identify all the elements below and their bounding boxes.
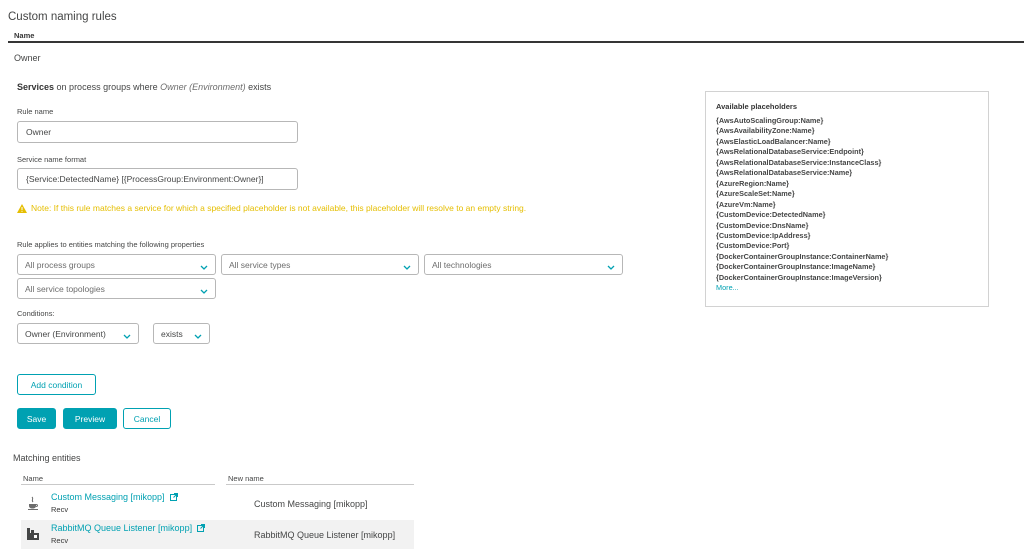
chevron-down-icon xyxy=(200,262,208,270)
rule-name-label: Rule name xyxy=(17,107,54,116)
placeholder-item: {CustomDevice:Port} xyxy=(716,241,790,251)
placeholder-item: {AzureRegion:Name} xyxy=(716,178,789,188)
rule-heading-suffix: exists xyxy=(245,82,272,92)
table-row: RabbitMQ Queue Listener [mikopp] Recv Ra… xyxy=(21,520,414,549)
matching-col-name: Name xyxy=(23,474,44,483)
name-column-header: Name xyxy=(14,31,35,40)
placeholder-item: {AzureVm:Name} xyxy=(716,199,776,209)
entity-name: Custom Messaging [mikopp] xyxy=(51,492,165,502)
process-groups-value: All process groups xyxy=(25,259,95,270)
entity-name: RabbitMQ Queue Listener [mikopp] xyxy=(51,523,193,533)
placeholder-item: {CustomDevice:DetectedName} xyxy=(716,210,826,220)
placeholders-more-link[interactable]: More... xyxy=(716,283,978,293)
rule-heading: Services on process groups where Owner (… xyxy=(17,82,271,92)
col-divider xyxy=(226,484,414,485)
rule-heading-entity: Services xyxy=(17,82,55,92)
available-placeholders-panel: Available placeholders {AwsAutoScalingGr… xyxy=(705,91,989,307)
placeholder-item: {AwsElasticLoadBalancer:Name} xyxy=(716,136,831,146)
service-types-value: All service types xyxy=(229,259,291,270)
placeholder-item: {AwsRelationalDatabaseService:Endpoint} xyxy=(716,147,864,157)
preview-button[interactable]: Preview xyxy=(63,408,117,429)
warning-icon xyxy=(17,203,27,213)
placeholder-item: {AwsAutoScalingGroup:Name} xyxy=(716,116,824,125)
warning-text: Note: If this rule matches a service for… xyxy=(31,203,527,213)
placeholders-title: Available placeholders xyxy=(716,102,798,111)
external-link-icon[interactable] xyxy=(197,524,206,532)
technologies-value: All technologies xyxy=(432,259,492,270)
chevron-down-icon xyxy=(200,286,208,294)
rule-name-input[interactable] xyxy=(17,121,298,143)
rule-heading-condition: Owner (Environment) xyxy=(160,82,246,92)
technologies-dropdown[interactable]: All technologies xyxy=(424,254,623,275)
process-groups-dropdown[interactable]: All process groups xyxy=(17,254,216,275)
placeholder-item: {CustomDevice:IpAddress} xyxy=(716,230,811,240)
applies-label: Rule applies to entities matching the fo… xyxy=(17,240,205,249)
placeholder-item: {CustomDevice:DnsName} xyxy=(716,220,809,230)
add-condition-button[interactable]: Add condition xyxy=(17,374,96,395)
rabbitmq-icon xyxy=(26,527,40,541)
matching-col-new-name: New name xyxy=(228,474,264,483)
chevron-down-icon xyxy=(123,331,131,339)
rule-heading-middle: on process groups where xyxy=(54,82,161,92)
matching-entities-title: Matching entities xyxy=(13,453,81,463)
placeholder-item: {AwsRelationalDatabaseService:Name} xyxy=(716,168,853,178)
cancel-button[interactable]: Cancel xyxy=(123,408,171,429)
header-divider xyxy=(8,41,1024,43)
placeholder-item: {AzureScaleSet:Name} xyxy=(716,189,795,199)
entity-link[interactable]: RabbitMQ Queue Listener [mikopp] xyxy=(51,523,206,533)
service-topologies-value: All service topologies xyxy=(25,283,105,294)
table-row: Custom Messaging [mikopp] Recv Custom Me… xyxy=(21,489,414,518)
entity-subtitle: Recv xyxy=(51,505,69,514)
save-button[interactable]: Save xyxy=(17,408,56,429)
placeholder-item: {DockerContainerGroupInstance:ImageVersi… xyxy=(716,272,882,282)
rule-row-label[interactable]: Owner xyxy=(14,53,41,63)
condition-operator-dropdown[interactable]: exists xyxy=(153,323,210,344)
condition-property-dropdown[interactable]: Owner (Environment) xyxy=(17,323,139,344)
chevron-down-icon xyxy=(194,331,202,339)
condition-property-value: Owner (Environment) xyxy=(25,328,106,339)
placeholder-item: {AwsRelationalDatabaseService:InstanceCl… xyxy=(716,157,882,167)
service-name-format-input[interactable] xyxy=(17,168,298,190)
chevron-down-icon xyxy=(607,262,615,270)
entity-new-name: RabbitMQ Queue Listener [mikopp] xyxy=(254,530,396,540)
placeholder-warning: Note: If this rule matches a service for… xyxy=(17,203,526,213)
entity-subtitle: Recv xyxy=(51,536,69,545)
java-icon xyxy=(26,496,40,510)
placeholder-item: {AwsAvailabilityZone:Name} xyxy=(716,126,815,136)
placeholder-item: {DockerContainerGroupInstance:ContainerN… xyxy=(716,251,889,261)
entity-new-name: Custom Messaging [mikopp] xyxy=(254,499,368,509)
page-title: Custom naming rules xyxy=(8,11,117,23)
service-types-dropdown[interactable]: All service types xyxy=(221,254,419,275)
entity-link[interactable]: Custom Messaging [mikopp] xyxy=(51,492,178,502)
placeholder-list: {AwsAutoScalingGroup:Name} {AwsAvailabil… xyxy=(716,116,978,283)
placeholder-item: {DockerContainerGroupInstance:ImageName} xyxy=(716,262,876,272)
col-divider xyxy=(21,484,215,485)
conditions-label: Conditions: xyxy=(17,309,55,318)
external-link-icon[interactable] xyxy=(169,493,178,501)
condition-operator-value: exists xyxy=(161,328,183,339)
service-name-format-label: Service name format xyxy=(17,155,87,164)
service-topologies-dropdown[interactable]: All service topologies xyxy=(17,278,216,299)
chevron-down-icon xyxy=(403,262,411,270)
